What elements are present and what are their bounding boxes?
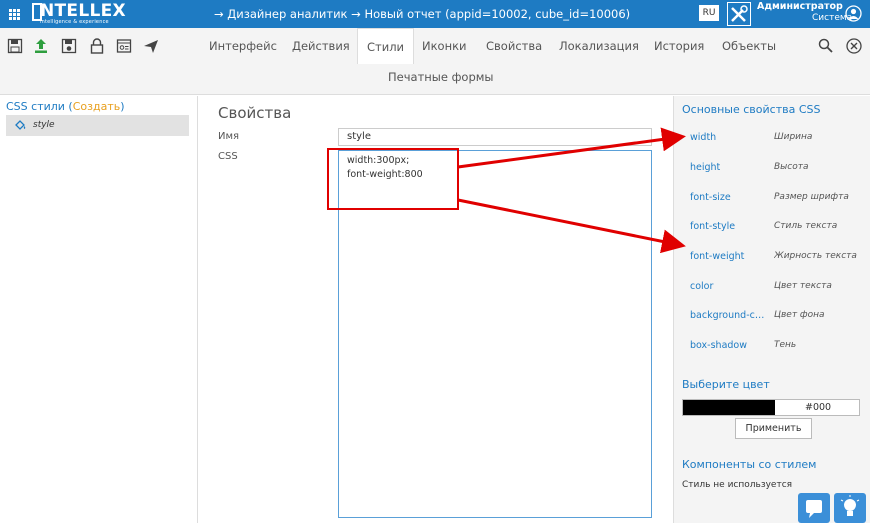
- tab-actions[interactable]: Действия: [292, 28, 350, 64]
- prop-desc: Цвет текста: [774, 281, 832, 291]
- logo-subtitle: intelligence & experience: [40, 19, 109, 25]
- tools-icon[interactable]: [727, 2, 751, 26]
- style-list-item[interactable]: style: [6, 115, 189, 136]
- prop-font-size[interactable]: font-size: [690, 192, 770, 203]
- language-switch[interactable]: RU: [699, 5, 719, 21]
- settings-window-icon[interactable]: [116, 38, 132, 54]
- choose-color-title: Выберите цвет: [682, 378, 770, 391]
- prop-desc: Тень: [774, 340, 797, 350]
- prop-desc: Высота: [774, 162, 809, 172]
- prop-desc: Ширина: [774, 132, 813, 142]
- tab-interface[interactable]: Интерфейс: [209, 28, 277, 64]
- css-label: CSS: [218, 151, 238, 162]
- css-styles-panel: CSS стили (Создать) style: [0, 96, 198, 523]
- prop-desc: Жирность текста: [774, 251, 857, 261]
- toolbar: Интерфейс Действия Стили Иконки Свойства…: [0, 28, 870, 95]
- send-icon[interactable]: [143, 38, 159, 54]
- logo-text: NTELLEX: [40, 1, 126, 21]
- tab-history[interactable]: История: [654, 28, 704, 64]
- css-editor-textarea[interactable]: width:300px; font-weight:800: [338, 150, 652, 518]
- user-name: Администратор: [757, 1, 843, 12]
- tab-styles[interactable]: Стили: [357, 28, 415, 64]
- user-avatar-icon[interactable]: [845, 5, 862, 22]
- color-value: #000: [805, 402, 832, 413]
- create-style-link[interactable]: Создать: [73, 100, 121, 113]
- style-name-input[interactable]: style: [338, 128, 652, 146]
- components-empty-text: Стиль не используется: [682, 480, 793, 490]
- prop-desc: Цвет фона: [774, 310, 825, 320]
- chat-button[interactable]: [798, 493, 830, 523]
- prop-background-color[interactable]: background-color: [690, 310, 770, 321]
- tab-localization[interactable]: Локализация: [559, 28, 639, 64]
- save-icon[interactable]: [7, 38, 23, 54]
- components-title: Компоненты со стилем: [682, 458, 817, 471]
- css-line: font-weight:800: [347, 169, 423, 180]
- prop-font-style[interactable]: font-style: [690, 221, 770, 232]
- prop-desc: Стиль текста: [774, 221, 838, 231]
- color-swatch[interactable]: [683, 400, 775, 415]
- name-label: Имя: [218, 131, 240, 142]
- properties-title: Свойства: [218, 104, 292, 122]
- style-item-label: style: [33, 120, 55, 130]
- prop-desc: Размер шрифта: [774, 192, 849, 202]
- lock-icon[interactable]: [89, 38, 105, 54]
- close-icon[interactable]: [846, 38, 862, 54]
- apply-button[interactable]: Применить: [735, 418, 812, 439]
- css-line: width:300px;: [347, 155, 410, 166]
- tab-icons[interactable]: Иконки: [422, 28, 467, 64]
- css-styles-header: CSS стили (Создать): [6, 100, 125, 113]
- prop-width[interactable]: width: [690, 132, 770, 143]
- properties-panel: Свойства Имя CSS style width:300px; font…: [199, 96, 672, 523]
- top-bar: NTELLEX intelligence & experience → Диза…: [0, 0, 870, 28]
- apps-grid-icon[interactable]: [9, 9, 20, 20]
- save-as-icon[interactable]: [61, 38, 77, 54]
- tab-properties[interactable]: Свойства: [486, 28, 542, 64]
- tab-print-forms[interactable]: Печатные формы: [388, 70, 494, 84]
- hint-button[interactable]: [834, 493, 866, 523]
- prop-font-weight[interactable]: font-weight: [690, 251, 770, 262]
- prop-color[interactable]: color: [690, 281, 770, 292]
- css-styles-title: CSS стили (: [6, 100, 73, 113]
- upload-icon[interactable]: [33, 38, 49, 54]
- css-properties-panel: Основные свойства CSS width Ширина heigh…: [673, 96, 870, 523]
- css-styles-title-end: ): [120, 100, 125, 113]
- paint-bucket-icon: [14, 118, 27, 131]
- basic-css-props-title: Основные свойства CSS: [682, 103, 821, 116]
- prop-box-shadow[interactable]: box-shadow: [690, 340, 770, 351]
- breadcrumb[interactable]: → Дизайнер аналитик → Новый отчет (appid…: [214, 7, 630, 21]
- prop-height[interactable]: height: [690, 162, 770, 173]
- search-icon[interactable]: [818, 38, 833, 53]
- color-picker[interactable]: #000: [682, 399, 860, 416]
- tab-objects[interactable]: Объекты: [722, 28, 776, 64]
